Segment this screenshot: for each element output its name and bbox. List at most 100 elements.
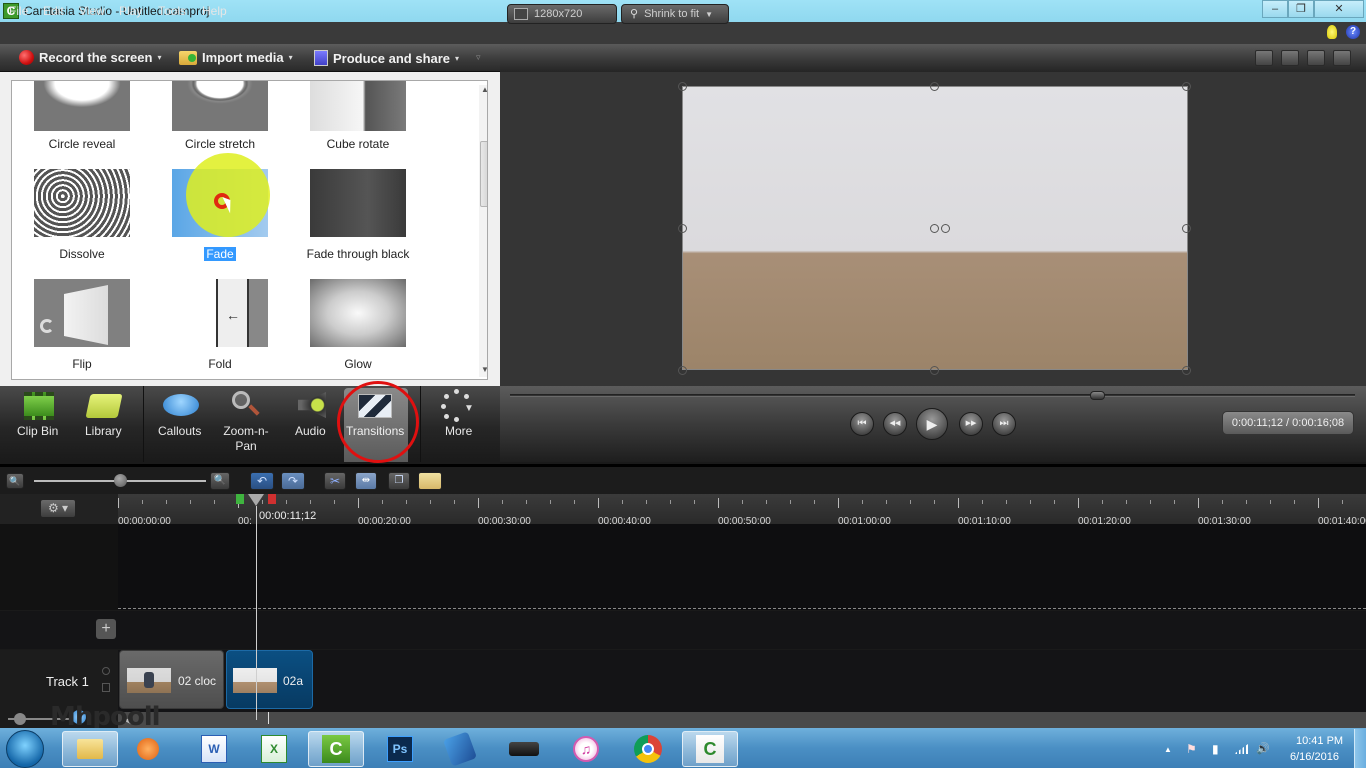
help-icon[interactable]: ? — [1346, 25, 1360, 39]
tab-audio-label[interactable]: Audio — [295, 424, 326, 438]
resize-handle[interactable] — [678, 82, 687, 91]
detach-preview-icon[interactable] — [1333, 50, 1351, 66]
taskbar-itunes[interactable]: ♫ — [558, 731, 614, 767]
close-button[interactable]: ✕ — [1314, 0, 1364, 18]
resize-handle[interactable] — [930, 366, 939, 375]
taskbar-camtasia-studio[interactable]: C — [308, 731, 364, 767]
tab-library-label[interactable]: Library — [85, 424, 122, 438]
scroll-up-arrow-icon[interactable]: ▲ — [481, 85, 487, 94]
show-hidden-icons-button[interactable]: ▲ — [1164, 745, 1172, 754]
tab-more-label[interactable]: More — [445, 424, 472, 438]
callout-bubble-icon[interactable] — [163, 394, 199, 416]
scrollbar-thumb[interactable] — [480, 141, 487, 207]
crop-icon[interactable] — [1255, 50, 1273, 66]
flip-thumb[interactable] — [34, 279, 130, 347]
zoom-out-icon[interactable]: 🔍 — [6, 473, 24, 489]
resize-handle[interactable] — [930, 82, 939, 91]
dimensions-button[interactable]: 1280x720 — [507, 4, 617, 24]
tab-callouts-label[interactable]: Callouts — [158, 424, 201, 438]
volume-icon[interactable]: 🔊 — [1256, 742, 1270, 755]
taskbar-excel[interactable]: X — [246, 731, 302, 767]
move-handle[interactable] — [941, 224, 950, 233]
resize-handle[interactable] — [678, 224, 687, 233]
taskbar-projector[interactable] — [496, 731, 552, 767]
taskbar-word[interactable]: W — [186, 731, 242, 767]
selection-start-marker[interactable] — [236, 494, 244, 504]
tab-clip-bin[interactable] — [6, 0, 72, 420]
menu-tools[interactable]: Tools — [158, 4, 186, 18]
fade-through-black-thumb[interactable] — [310, 169, 406, 237]
import-media-button[interactable]: Import media ▾ — [179, 50, 293, 65]
timeline-horizontal-scrollbar[interactable] — [118, 712, 1366, 728]
clock-date[interactable]: 6/16/2016 — [1290, 751, 1339, 763]
restore-button[interactable]: ❐ — [1288, 0, 1314, 18]
show-desktop-button[interactable] — [1354, 729, 1366, 768]
zoom-fit-dropdown[interactable]: ⚲ Shrink to fit ▼ — [621, 4, 729, 24]
circle-reveal-thumb[interactable] — [34, 81, 130, 131]
skip-forward-button[interactable]: ⏭ — [992, 412, 1016, 436]
produce-share-button[interactable]: Produce and share ▾ — [314, 50, 459, 66]
taskbar-camtasia-recorder[interactable]: C — [682, 731, 738, 767]
timeline-clip-selected[interactable]: 02a — [226, 650, 313, 709]
timeline-zoom-thumb[interactable] — [114, 474, 127, 487]
undo-icon[interactable]: ↶ — [250, 472, 274, 490]
split-icon[interactable]: ⇹ — [355, 472, 377, 490]
taskbar-photoshop[interactable]: Ps — [372, 731, 428, 767]
glow-thumb[interactable] — [310, 279, 406, 347]
taskbar-video-editor[interactable] — [432, 731, 488, 767]
resize-handle[interactable] — [1182, 224, 1191, 233]
battery-icon[interactable]: ▮ — [1212, 742, 1219, 756]
menu-play[interactable]: Play — [119, 4, 142, 18]
more-dots-icon[interactable]: ▼ — [440, 389, 474, 422]
fast-forward-button[interactable]: ▶▶ — [959, 412, 983, 436]
tips-bulb-icon[interactable] — [1327, 25, 1337, 39]
playhead-marker[interactable] — [248, 494, 264, 506]
clock-time[interactable]: 10:41 PM — [1296, 735, 1343, 747]
library-folder-icon[interactable] — [85, 394, 123, 418]
toolbar-overflow-icon[interactable]: ▿ — [476, 52, 481, 63]
scroll-down-arrow-icon[interactable]: ▼ — [481, 365, 487, 374]
taskbar-media-player[interactable] — [120, 731, 176, 767]
start-button[interactable] — [6, 730, 44, 768]
timeline-settings-gear-icon[interactable]: ⚙ ▾ — [40, 499, 76, 518]
paste-icon[interactable] — [418, 472, 442, 490]
playhead-handle[interactable] — [236, 494, 276, 506]
play-button[interactable]: ▶ — [916, 408, 948, 440]
scrub-bar[interactable] — [510, 394, 1355, 397]
transitions-scrollbar[interactable]: ▲ ▼ — [479, 85, 487, 377]
timeline-empty-area[interactable] — [0, 524, 1366, 610]
dissolve-thumb[interactable] — [34, 169, 130, 237]
action-center-flag-icon[interactable]: ⚑ — [1186, 742, 1197, 756]
cube-rotate-thumb[interactable] — [310, 81, 406, 131]
resize-handle[interactable] — [1182, 366, 1191, 375]
circle-stretch-thumb[interactable] — [172, 81, 268, 131]
rotate-handle[interactable] — [930, 224, 939, 233]
resize-handle[interactable] — [678, 366, 687, 375]
track-visibility-eye-icon[interactable] — [102, 667, 110, 675]
ruler-minor-tick — [1126, 500, 1127, 504]
zoom-in-icon[interactable]: 🔍 — [210, 472, 230, 490]
fold-thumb[interactable]: ← — [172, 279, 268, 347]
scrub-thumb[interactable] — [1090, 391, 1106, 400]
menu-view[interactable]: View — [79, 4, 105, 18]
rewind-button[interactable]: ◀◀ — [883, 412, 907, 436]
timeline-clip[interactable]: 02 cloc — [119, 650, 224, 709]
redo-icon[interactable]: ↷ — [281, 472, 305, 490]
track-lock-icon[interactable] — [102, 683, 110, 692]
cut-icon[interactable]: ✂ — [324, 472, 346, 490]
track-height-thumb[interactable] — [14, 713, 26, 725]
copy-icon[interactable]: ❐ — [388, 472, 410, 490]
taskbar-file-explorer[interactable] — [62, 731, 118, 767]
pan-hand-icon[interactable] — [1281, 50, 1299, 66]
add-track-button[interactable]: + — [96, 619, 116, 639]
taskbar-chrome[interactable] — [620, 731, 676, 767]
playhead-line[interactable] — [256, 506, 257, 720]
tab-zoom-n-pan-label[interactable]: Zoom-n- Pan — [221, 424, 271, 454]
resize-handle[interactable] — [1182, 82, 1191, 91]
menu-help[interactable]: Help — [202, 4, 227, 18]
skip-back-button[interactable]: ⏮ — [850, 412, 874, 436]
fit-screen-icon[interactable] — [1307, 50, 1325, 66]
minimize-button[interactable]: – — [1262, 0, 1288, 18]
track-1-label[interactable]: Track 1 — [46, 674, 89, 689]
selection-end-marker[interactable] — [268, 494, 276, 504]
